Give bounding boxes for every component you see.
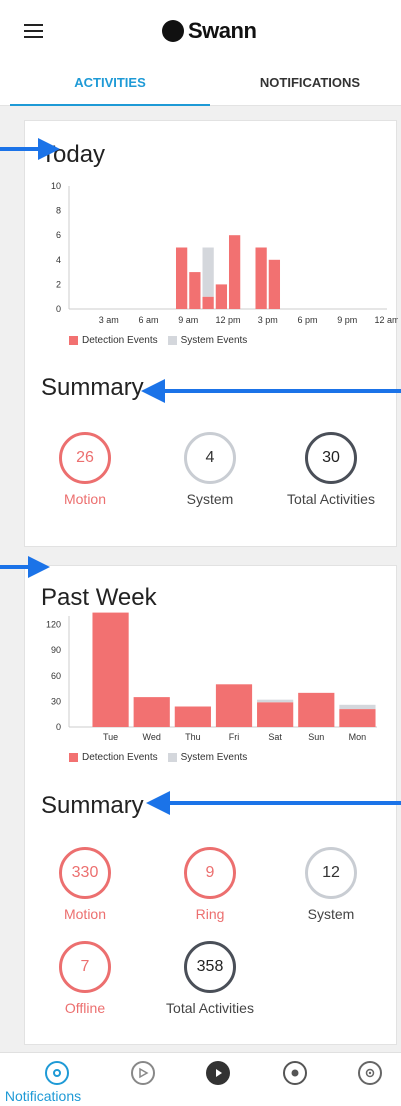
legend-detection-label: Detection Events: [82, 335, 158, 346]
x-tick-label: 12 pm: [215, 315, 240, 325]
today-summary-title: Summary: [41, 374, 144, 401]
annotation-arrow-past-week: [0, 556, 50, 578]
legend-detection-swatch: [69, 336, 78, 345]
x-tick-label: 9 am: [178, 315, 198, 325]
bar-detection: [92, 612, 129, 727]
y-tick-label: 2: [56, 279, 61, 289]
bar-detection: [189, 272, 201, 309]
tab-activities[interactable]: ACTIVITIES: [10, 62, 210, 106]
x-tick-label: 9 pm: [337, 315, 357, 325]
y-tick-label: 6: [56, 230, 61, 240]
week-motion-label: Motion: [63, 906, 107, 922]
y-tick-label: 4: [56, 255, 61, 265]
bar-detection: [175, 247, 188, 309]
bar-detection: [215, 284, 228, 309]
week-system-label: System: [307, 906, 355, 922]
live-play-icon[interactable]: [206, 1061, 230, 1085]
tab-bar: ACTIVITIES NOTIFICATIONS: [0, 62, 401, 106]
bar-system: [257, 699, 294, 703]
bar-detection: [133, 697, 170, 727]
today-activity-chart: 0 2 4 6 8 10 3 am 6 am 9 am 12 pm 3 pm 6 pm 9 pm 12 a…: [51, 181, 398, 325]
today-motion-label: Motion: [63, 491, 107, 507]
today-total-label: Total Activities: [287, 491, 375, 507]
legend-detection-label: Detection Events: [82, 752, 158, 763]
today-legend: Detection Events System Events: [69, 335, 247, 346]
week-offline-count: 7: [59, 941, 111, 993]
brand-logo: Swann: [162, 18, 257, 44]
x-tick-label: Tue: [103, 732, 118, 742]
week-legend: Detection Events System Events: [69, 752, 247, 763]
x-tick-label: 6 pm: [297, 315, 317, 325]
legend-system-swatch: [167, 753, 177, 762]
annotation-arrow-today-summary: [141, 379, 401, 403]
week-summary-title: Summary: [41, 792, 144, 819]
bar-detection: [202, 296, 214, 309]
globe-shield-icon[interactable]: [283, 1061, 307, 1085]
tab-notifications[interactable]: NOTIFICATIONS: [210, 62, 401, 106]
settings-icon[interactable]: [358, 1061, 382, 1085]
bar-detection: [298, 692, 335, 727]
bar-detection: [228, 235, 241, 309]
menu-icon[interactable]: [24, 24, 43, 38]
today-total-count: 30: [305, 432, 357, 484]
y-tick-label: 120: [46, 620, 61, 630]
x-tick-label: 12 am: [374, 315, 398, 325]
week-offline-label: Offline: [64, 1000, 106, 1016]
bar-detection: [255, 247, 267, 309]
week-system-count: 12: [305, 847, 357, 899]
legend-system-swatch: [167, 336, 177, 345]
y-tick-label: 60: [51, 671, 61, 681]
week-ring-label: Ring: [195, 906, 225, 922]
x-tick-label: Sat: [268, 732, 282, 742]
bar-detection: [257, 702, 294, 727]
y-tick-label: 90: [51, 645, 61, 655]
y-tick-label: 0: [56, 304, 61, 314]
annotation-arrow-today: [0, 138, 60, 160]
x-tick-label: Wed: [143, 732, 161, 742]
nav-label-notifications[interactable]: Notifications: [0, 1088, 86, 1104]
playback-icon[interactable]: [131, 1061, 155, 1085]
x-tick-label: Thu: [185, 732, 201, 742]
bar-system: [339, 704, 376, 710]
bar-detection: [215, 684, 253, 727]
x-tick-label: 3 am: [99, 315, 119, 325]
week-total-count: 358: [184, 941, 236, 993]
past-week-activity-chart: 0 30 60 90 120 Tue Wed Thu Fri Sat Sun Mon: [46, 612, 377, 742]
y-tick-label: 8: [56, 206, 61, 216]
legend-detection-swatch: [69, 753, 78, 762]
bar-detection: [339, 709, 376, 727]
today-system-label: System: [186, 491, 234, 507]
app: Swann ACTIVITIES NOTIFICATIONS Today 024…: [0, 0, 401, 1106]
week-total-label: Total Activities: [166, 1000, 254, 1016]
legend-system-label: System Events: [180, 335, 248, 346]
x-tick-label: Fri: [229, 732, 240, 742]
x-tick-label: 6 am: [138, 315, 158, 325]
today-system-count: 4: [184, 432, 236, 484]
today-card: Today 0 2 4 6 8 10 3 am 6 am 9 am 12 pm 3 pm 6 pm 9 …: [24, 120, 398, 547]
notifications-icon[interactable]: [45, 1061, 69, 1085]
bottom-navigation: Notifications: [0, 1052, 401, 1106]
bar-detection: [174, 706, 211, 727]
x-tick-label: Sun: [308, 732, 324, 742]
x-tick-label: Mon: [349, 732, 367, 742]
top-bar: Swann: [0, 0, 401, 62]
y-tick-label: 10: [51, 181, 61, 191]
legend-system-label: System Events: [180, 752, 248, 763]
y-tick-label: 30: [51, 696, 61, 706]
brand-name: Swann: [188, 18, 257, 43]
x-tick-label: 3 pm: [258, 315, 278, 325]
y-tick-label: 0: [56, 722, 61, 732]
annotation-arrow-week-summary: [146, 791, 401, 815]
week-ring-count: 9: [184, 847, 236, 899]
swann-logo-icon: [162, 20, 184, 42]
week-motion-count: 330: [59, 847, 111, 899]
bar-system: [202, 247, 214, 297]
today-motion-count: 26: [59, 432, 111, 484]
bar-detection: [268, 259, 281, 309]
